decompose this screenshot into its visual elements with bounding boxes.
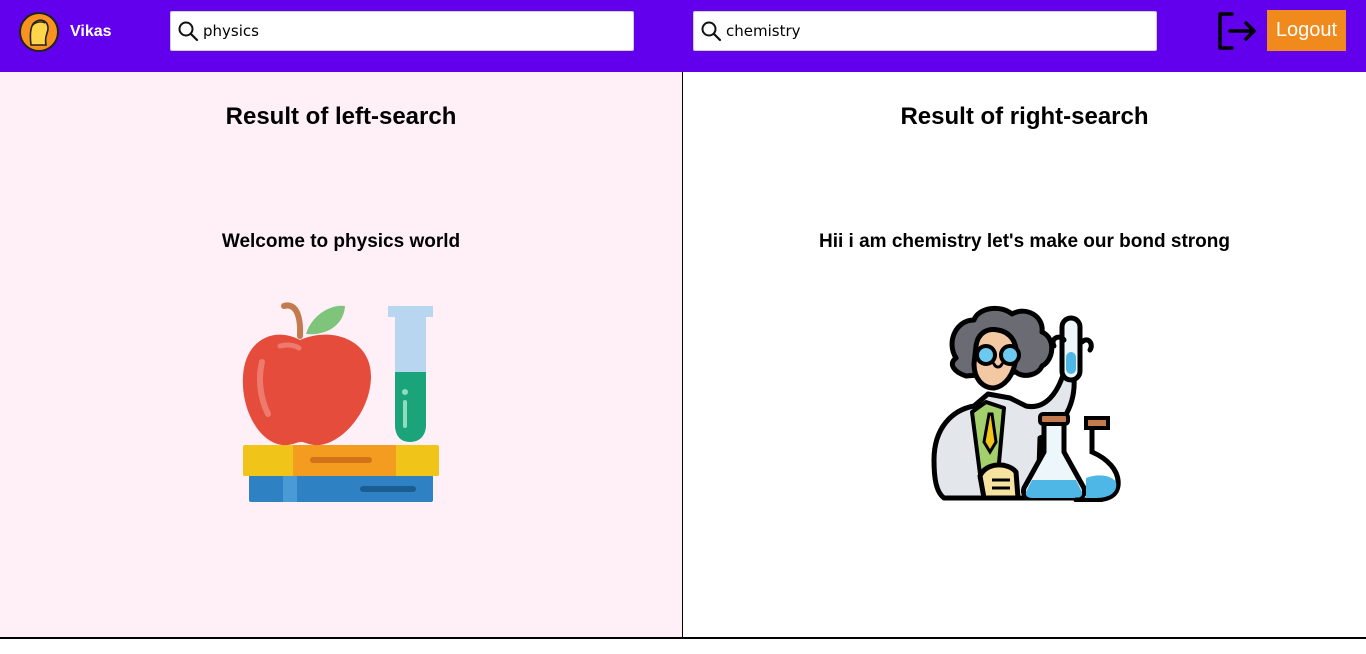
right-panel-message: Hii i am chemistry let's make our bond s… bbox=[818, 231, 1230, 252]
apple-books-test-tube-icon bbox=[242, 302, 439, 502]
left-search-input[interactable] bbox=[203, 22, 623, 40]
search-icon bbox=[178, 21, 199, 42]
avatar[interactable] bbox=[18, 11, 60, 53]
right-panel-title: Result of right-search bbox=[900, 103, 1149, 130]
left-panel-message: Welcome to physics world bbox=[221, 231, 461, 252]
logout-icon[interactable] bbox=[1215, 9, 1259, 53]
right-result-panel: Result of right-search Hii i am chemistr… bbox=[683, 72, 1366, 639]
user-brand[interactable]: Vikas bbox=[18, 11, 112, 53]
right-search-input[interactable] bbox=[726, 22, 1146, 40]
left-search-box[interactable] bbox=[170, 11, 634, 51]
right-search-box[interactable] bbox=[693, 11, 1157, 51]
user-name: Vikas bbox=[70, 23, 112, 40]
left-result-panel: Result of left-search Welcome to physics… bbox=[0, 72, 683, 639]
top-navbar: Vikas Logout bbox=[0, 0, 1366, 72]
search-icon bbox=[701, 21, 722, 42]
scientist-icon bbox=[931, 305, 1121, 502]
logout-button[interactable]: Logout bbox=[1267, 10, 1346, 51]
left-panel-title: Result of left-search bbox=[225, 103, 457, 130]
